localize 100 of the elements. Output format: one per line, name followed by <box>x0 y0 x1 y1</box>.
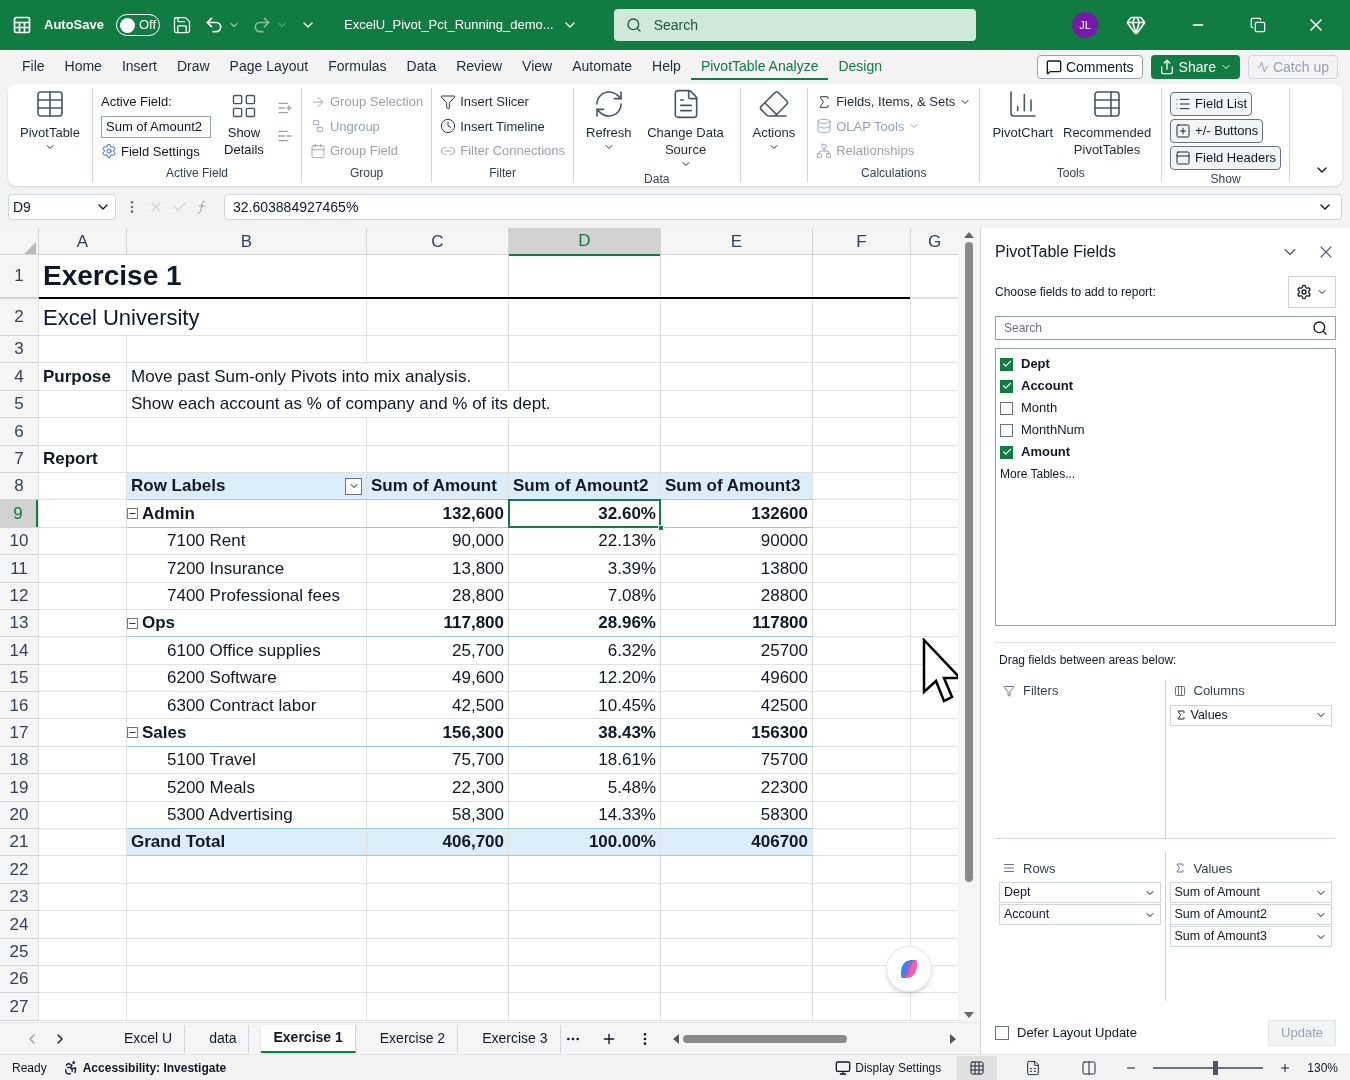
area-field[interactable]: Sum of Amount <box>1169 882 1332 903</box>
checkbox[interactable] <box>995 1026 1009 1040</box>
row-header[interactable]: 5 <box>0 390 38 418</box>
menu-tab[interactable]: Data <box>396 54 447 80</box>
area-field[interactable]: Sum of Amount3 <box>1169 926 1332 947</box>
zoom-in-icon[interactable] <box>1279 1061 1292 1074</box>
row-header[interactable]: 7 <box>0 445 38 472</box>
scrollbar-thumb[interactable] <box>965 242 973 882</box>
row-header[interactable]: 10 <box>0 527 38 555</box>
row-header[interactable]: 2 <box>0 299 38 335</box>
row-header[interactable]: 18 <box>0 746 38 774</box>
row-header[interactable]: 23 <box>0 883 38 911</box>
zoom-slider[interactable] <box>1153 1060 1264 1075</box>
scrollbar-thumb[interactable] <box>682 1034 847 1043</box>
collapse-field-icon[interactable] <box>277 128 293 144</box>
spreadsheet-icon[interactable] <box>12 15 32 35</box>
ribbon-button[interactable]: PivotChart <box>988 88 1058 141</box>
view-button[interactable] <box>957 1055 998 1080</box>
ribbon-button[interactable]: Insert Timeline <box>440 116 565 136</box>
collapse-icon[interactable] <box>127 727 138 739</box>
accessibility-button[interactable]: Accessibility: Investigate <box>62 1058 227 1077</box>
ribbon-button[interactable]: Fields, Items, & Sets <box>816 92 972 112</box>
menu-tab[interactable]: Home <box>54 54 112 80</box>
active-field-input[interactable]: Sum of Amount2 <box>101 115 211 138</box>
menu-tab[interactable]: File <box>12 54 55 80</box>
file-name-button[interactable]: ExcelU_Pivot_Pct_Running_demo... <box>344 15 578 35</box>
row-header[interactable]: 13 <box>0 609 38 637</box>
area-field[interactable]: Account <box>999 904 1161 925</box>
ribbon-button[interactable]: Recommended PivotTables <box>1061 88 1154 158</box>
row-header[interactable]: 25 <box>0 938 38 965</box>
checkbox[interactable] <box>1000 445 1013 459</box>
area-field[interactable]: Values <box>1169 704 1332 726</box>
column-header[interactable]: F <box>813 228 910 256</box>
row-header[interactable]: 9 <box>0 500 38 527</box>
row-header[interactable]: 20 <box>0 801 38 829</box>
vertical-scrollbar[interactable] <box>958 228 980 1022</box>
display-settings-button[interactable]: Display Settings <box>835 1058 942 1077</box>
field-item[interactable]: Account <box>1000 375 1331 397</box>
checkbox[interactable] <box>1000 379 1013 393</box>
horizontal-scrollbar[interactable] <box>672 1033 956 1044</box>
row-header[interactable]: 15 <box>0 664 38 692</box>
row-header[interactable]: 21 <box>0 829 38 856</box>
field-item[interactable]: Amount <box>1000 441 1331 463</box>
area-field[interactable]: Sum of Amount2 <box>1169 904 1332 925</box>
settings-button[interactable] <box>1288 276 1336 308</box>
row-header[interactable]: 12 <box>0 582 38 609</box>
toggle-button[interactable]: +/- Buttons <box>1170 119 1264 143</box>
checkbox[interactable] <box>1000 423 1013 437</box>
scroll-left-icon[interactable] <box>672 1033 679 1044</box>
menu-tab[interactable]: PivotTable Analyze <box>690 54 829 80</box>
filter-dropdown-button[interactable] <box>345 477 362 495</box>
toggle-button[interactable]: Field Headers <box>1170 146 1281 170</box>
field-item[interactable]: Dept <box>1000 353 1331 375</box>
column-header[interactable]: C <box>367 228 508 256</box>
menu-tab[interactable]: Review <box>446 54 513 80</box>
menu-tab[interactable]: Page Layout <box>219 54 319 80</box>
avatar[interactable]: JL <box>1072 12 1098 38</box>
ribbon-button[interactable]: Show Details <box>219 92 269 158</box>
restore-icon[interactable] <box>1250 17 1266 33</box>
row-header[interactable]: 3 <box>0 336 38 363</box>
search-field[interactable]: Search <box>613 9 976 41</box>
area-field[interactable]: Dept <box>999 882 1161 903</box>
ribbon-button[interactable]: Change Data Source <box>639 88 732 170</box>
slider-thumb[interactable] <box>1213 1060 1218 1075</box>
formula-input[interactable]: 32.603884927465% <box>224 194 1342 220</box>
row-header[interactable]: 8 <box>0 472 38 500</box>
checkbox[interactable] <box>1000 401 1013 415</box>
row-header[interactable]: 11 <box>0 555 38 582</box>
ribbon-button[interactable]: PivotTable <box>16 88 84 153</box>
ribbon-button[interactable]: Refresh <box>582 88 636 153</box>
share-button[interactable]: Share <box>1150 55 1240 79</box>
search-field[interactable]: Search <box>995 316 1336 340</box>
field-item[interactable]: Month <box>1000 397 1331 419</box>
ribbon-button[interactable]: Insert Slicer <box>440 92 565 112</box>
collapse-icon[interactable] <box>127 617 138 629</box>
comments-button[interactable]: Comments <box>1036 55 1143 79</box>
column-header[interactable]: A <box>39 228 126 256</box>
ribbon-button[interactable]: Actions <box>748 88 800 153</box>
checkbox[interactable] <box>1000 357 1013 371</box>
scroll-right-icon[interactable] <box>950 1033 956 1044</box>
sheet-tab[interactable]: Exercise 1 <box>261 1024 356 1053</box>
column-header[interactable]: B <box>127 228 366 256</box>
row-header[interactable]: 6 <box>0 418 38 445</box>
toggle-button[interactable]: Field List <box>1170 92 1253 116</box>
menu-tab[interactable]: Help <box>642 54 691 80</box>
row-header[interactable]: 26 <box>0 966 38 993</box>
sheet-tab[interactable]: Excel U <box>112 1024 186 1053</box>
row-header[interactable]: 16 <box>0 692 38 719</box>
menu-tab[interactable]: Automate <box>562 54 643 80</box>
row-header[interactable]: 22 <box>0 856 38 883</box>
row-header[interactable]: 14 <box>0 637 38 664</box>
row-header[interactable]: 27 <box>0 993 38 1020</box>
collapse-icon[interactable] <box>127 508 138 520</box>
name-box[interactable]: D9 <box>8 194 116 220</box>
row-header[interactable]: 19 <box>0 774 38 801</box>
row-header[interactable]: 17 <box>0 719 38 746</box>
row-header[interactable]: 24 <box>0 911 38 938</box>
scroll-down-icon[interactable] <box>964 1012 974 1018</box>
row-header[interactable]: 4 <box>0 363 38 390</box>
column-header[interactable]: G <box>911 228 958 256</box>
